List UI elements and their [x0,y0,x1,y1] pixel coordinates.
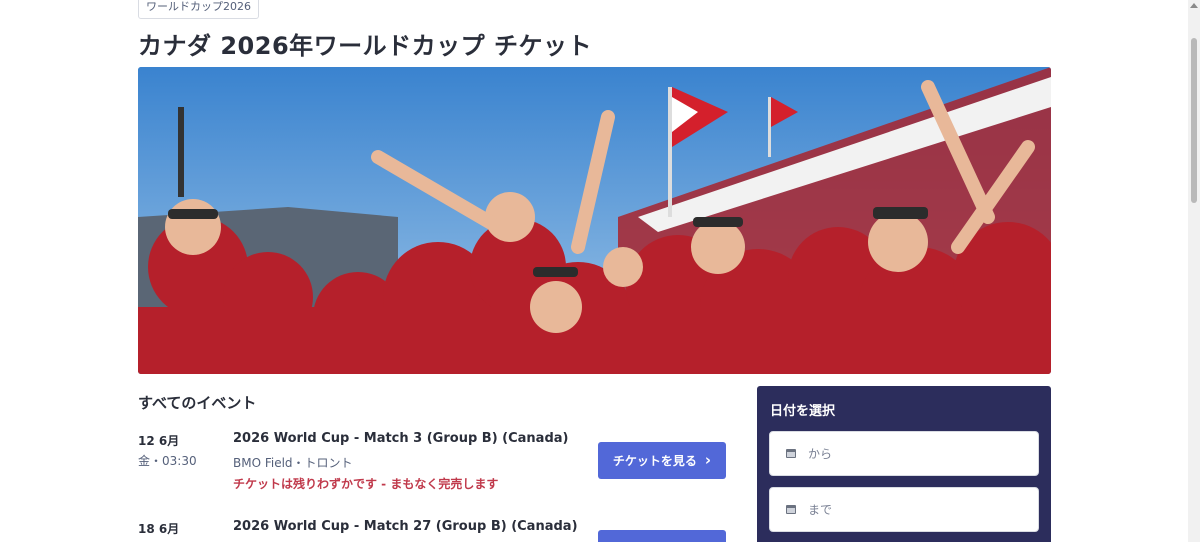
event-date: 12 6月 [138,434,180,448]
date-filter-title: 日付を選択 [770,404,836,419]
view-tickets-button[interactable] [598,530,726,542]
calendar-icon [786,449,796,458]
date-to-placeholder: まで [808,503,833,517]
hero-illustration [138,67,1051,374]
category-tag[interactable]: ワールドカップ2026 [138,0,259,19]
event-date: 18 6月 [138,522,180,536]
date-from-input[interactable]: から [769,431,1039,476]
date-filter-panel: 日付を選択 から まで [757,386,1051,542]
view-tickets-label: チケットを見る [612,454,697,468]
calendar-icon [786,505,796,514]
events-section-title: すべてのイベント [138,394,257,412]
view-tickets-button[interactable]: チケットを見る › [598,442,726,479]
date-to-input[interactable]: まで [769,487,1039,532]
event-name[interactable]: 2026 World Cup - Match 3 (Group B) (Cana… [233,431,568,446]
chevron-right-icon: › [704,451,712,469]
page-scrollbar[interactable] [1188,0,1200,542]
event-venue: BMO Field・トロント [233,456,353,470]
event-name[interactable]: 2026 World Cup - Match 27 (Group B) (Can… [233,519,578,534]
date-from-placeholder: から [808,447,833,461]
scroll-up-icon[interactable] [1190,3,1198,8]
event-time: 金・03:30 [138,454,197,468]
scrollbar-thumb[interactable] [1191,38,1197,203]
hero-image [138,67,1051,374]
page-title: カナダ 2026年ワールドカップ チケット [138,32,593,60]
event-availability-warning: チケットは残りわずかです - まもなく完売します [233,477,499,491]
